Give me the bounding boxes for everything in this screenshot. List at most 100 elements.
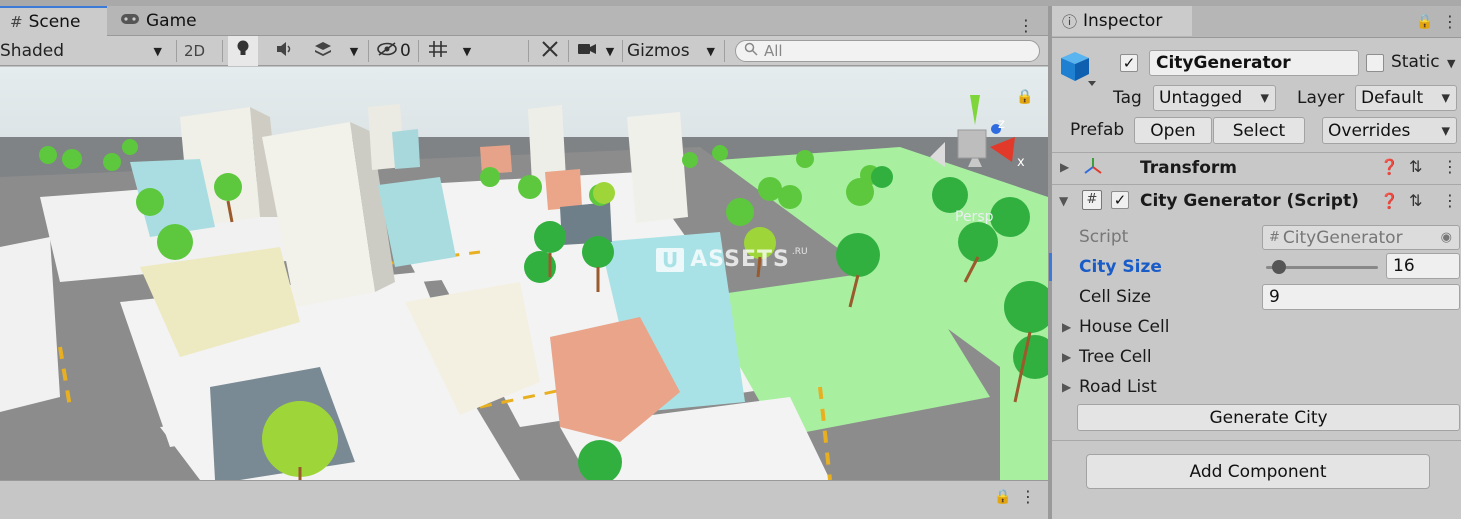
city-size-field[interactable]: 16: [1386, 253, 1460, 279]
lighting-toggle[interactable]: [228, 36, 258, 66]
hash-grid-icon: #: [10, 13, 23, 31]
prefab-open-label: Open: [1150, 120, 1196, 141]
more-options-icon[interactable]: ⋮: [1442, 191, 1458, 210]
tools-toggle[interactable]: [536, 36, 564, 66]
gizmos-dropdown[interactable]: Gizmos ▼: [627, 36, 719, 66]
toolbar-divider: [568, 40, 569, 62]
city-size-value: 16: [1393, 256, 1415, 276]
overrides-dropdown[interactable]: Overrides ▼: [1322, 117, 1457, 144]
expand-triangle-icon[interactable]: ▶: [1062, 350, 1071, 364]
layer-label: Layer: [1297, 88, 1345, 108]
city-generator-title[interactable]: City Generator (Script): [1140, 191, 1359, 211]
city-size-slider-thumb[interactable]: [1271, 260, 1286, 274]
tab-game[interactable]: Game: [110, 6, 210, 36]
watermark-badge: U: [656, 247, 685, 272]
collapse-triangle-icon[interactable]: ▼: [1059, 194, 1068, 208]
preset-icon[interactable]: ⇅: [1409, 157, 1422, 176]
static-checkbox[interactable]: [1366, 54, 1384, 72]
info-icon: ⓘ: [1062, 12, 1078, 31]
layers-icon: [314, 41, 332, 62]
camera-icon: [577, 41, 597, 61]
audio-toggle[interactable]: [270, 36, 300, 66]
script-icon: #: [1082, 190, 1102, 210]
chevron-down-icon: ▼: [462, 44, 472, 58]
scene-viewport[interactable]: z x Persp 🔒 U ASSETS .RU: [0, 67, 1048, 480]
camera-dropdown[interactable]: ▼: [600, 36, 620, 66]
grid-toggle[interactable]: [424, 36, 452, 66]
lock-icon[interactable]: 🔒: [1416, 14, 1433, 30]
gizmo-z-label: z: [998, 117, 1005, 132]
draw-mode-label: Shaded: [0, 41, 65, 61]
chevron-down-icon: ▼: [153, 44, 162, 58]
script-enabled-checkbox[interactable]: ✓: [1111, 191, 1129, 209]
mode-2d-button[interactable]: 2D: [184, 36, 214, 66]
grid-dropdown[interactable]: ▼: [456, 36, 478, 66]
inspector-tab-bar: ⓘ Inspector 🔒 ⋮: [1052, 6, 1461, 38]
scene-bottom-bar: 🔒 ⋮: [0, 480, 1048, 519]
tag-dropdown[interactable]: Untagged ▼: [1153, 85, 1276, 111]
generate-city-button[interactable]: Generate City: [1077, 404, 1460, 431]
cell-size-label: Cell Size: [1079, 287, 1152, 307]
preset-icon[interactable]: ⇅: [1409, 191, 1422, 210]
object-active-checkbox[interactable]: ✓: [1120, 54, 1138, 72]
prefab-open-button[interactable]: Open: [1134, 117, 1212, 144]
scene-visibility-toggle[interactable]: 0: [376, 36, 414, 66]
chevron-down-icon: ▼: [1441, 91, 1450, 105]
mode-2d-label: 2D: [184, 42, 206, 60]
prefab-select-button[interactable]: Select: [1213, 117, 1305, 144]
transform-title[interactable]: Transform: [1140, 158, 1237, 178]
add-component-label: Add Component: [1189, 461, 1327, 482]
expand-triangle-icon[interactable]: ▶: [1062, 320, 1071, 334]
scene-tab-bar: # Scene Game ⋮: [0, 6, 1048, 36]
camera-toggle[interactable]: [574, 36, 600, 66]
object-picker-icon[interactable]: ◉: [1441, 230, 1452, 245]
prefab-select-label: Select: [1232, 120, 1286, 141]
expand-triangle-icon[interactable]: ▶: [1062, 380, 1071, 394]
search-input[interactable]: All: [735, 40, 1040, 62]
effects-dropdown[interactable]: ▼: [344, 36, 364, 66]
tag-value: Untagged: [1159, 88, 1243, 108]
tree-cell-label[interactable]: Tree Cell: [1079, 347, 1152, 367]
layer-dropdown[interactable]: Default ▼: [1355, 85, 1457, 111]
gamepad-icon: [120, 12, 140, 30]
help-icon[interactable]: ❓: [1380, 192, 1399, 210]
tab-scene-label: Scene: [28, 12, 81, 32]
lightbulb-icon: [236, 40, 250, 63]
object-name-value: CityGenerator: [1156, 53, 1291, 73]
toolbar-divider: [622, 40, 623, 62]
more-options-icon[interactable]: ⋮: [1442, 12, 1458, 31]
tab-game-label: Game: [146, 11, 197, 31]
add-component-button[interactable]: Add Component: [1086, 454, 1430, 489]
effects-toggle[interactable]: [308, 36, 338, 66]
chevron-down-icon[interactable]: ▼: [1447, 57, 1455, 70]
chevron-down-icon: ▼: [349, 44, 359, 58]
prefab-label: Prefab: [1070, 120, 1125, 140]
tab-inspector[interactable]: ⓘ Inspector: [1052, 6, 1192, 36]
layer-value: Default: [1361, 88, 1424, 108]
house-cell-label[interactable]: House Cell: [1079, 317, 1169, 337]
cell-size-field[interactable]: 9: [1262, 284, 1460, 310]
script-value: CityGenerator: [1282, 227, 1403, 248]
road-list-label[interactable]: Road List: [1079, 377, 1157, 397]
tab-inspector-label: Inspector: [1083, 11, 1163, 31]
grid-icon: [428, 40, 448, 63]
more-options-icon[interactable]: ⋮: [1020, 487, 1036, 506]
lock-icon[interactable]: 🔒: [1016, 89, 1033, 105]
search-placeholder: All: [764, 42, 783, 60]
gameobject-cube-icon[interactable]: [1060, 50, 1096, 92]
tab-scene[interactable]: # Scene: [0, 6, 107, 36]
draw-mode-dropdown[interactable]: Shaded ▼: [0, 36, 168, 66]
more-options-icon[interactable]: ⋮: [1018, 16, 1034, 35]
object-name-field[interactable]: CityGenerator: [1149, 50, 1359, 76]
script-object-field[interactable]: # CityGenerator ◉: [1262, 225, 1460, 250]
more-options-icon[interactable]: ⋮: [1442, 157, 1458, 176]
help-icon[interactable]: ❓: [1380, 158, 1399, 176]
toolbar-divider: [176, 40, 177, 62]
toolbar-divider: [418, 40, 419, 62]
eye-slash-icon: [376, 41, 398, 62]
divider: [1052, 152, 1461, 153]
expand-triangle-icon[interactable]: ▶: [1060, 160, 1069, 174]
gizmo-x-label: x: [1017, 155, 1025, 170]
lock-icon[interactable]: 🔒: [994, 489, 1011, 505]
watermark-sub: .RU: [791, 247, 808, 257]
